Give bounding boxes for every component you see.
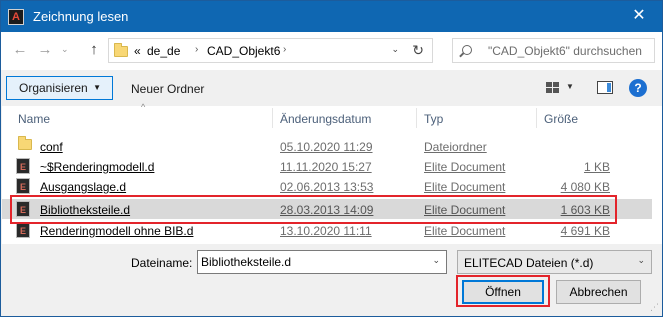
- app-icon: A: [8, 9, 24, 25]
- organize-button[interactable]: Organisieren ▼: [6, 76, 113, 100]
- search-input[interactable]: "CAD_Objekt6" durchsuchen: [488, 44, 642, 58]
- file-date: 11.11.2020 15:27: [280, 160, 372, 174]
- file-type: Elite Document: [424, 224, 506, 238]
- folder-icon: [18, 136, 32, 150]
- column-header-size[interactable]: Größe: [544, 112, 578, 126]
- column-header-date[interactable]: Änderungsdatum: [280, 112, 371, 126]
- list-item[interactable]: E Ausgangslage.d 02.06.2013 13:53 Elite …: [2, 176, 652, 196]
- refresh-icon[interactable]: ↻: [412, 42, 424, 59]
- help-icon[interactable]: ?: [629, 79, 647, 97]
- file-size: 4 691 KB: [560, 224, 610, 238]
- filename-dropdown-icon[interactable]: ⌄: [432, 255, 440, 266]
- sort-indicator-icon: ^: [141, 102, 146, 112]
- vertical-scrollbar[interactable]: [652, 106, 662, 244]
- file-name: Bibliotheksteile.d: [40, 203, 131, 217]
- search-box[interactable]: "CAD_Objekt6" durchsuchen: [452, 38, 655, 63]
- file-type: Dateiordner: [424, 140, 487, 154]
- elite-document-icon: E: [16, 222, 30, 238]
- column-divider[interactable]: [272, 108, 273, 128]
- breadcrumb-de-de[interactable]: de_de: [147, 44, 180, 58]
- cancel-button[interactable]: Abbrechen: [556, 280, 641, 304]
- search-icon: [462, 45, 472, 55]
- title-bar: A Zeichnung lesen ✕: [1, 1, 662, 32]
- file-date: 02.06.2013 13:53: [280, 180, 374, 194]
- file-name: conf: [40, 140, 63, 154]
- filename-input[interactable]: [201, 254, 421, 270]
- column-header-row: ^ Name Änderungsdatum Typ Größe: [2, 102, 652, 130]
- file-type-filter-value: ELITECAD Dateien (*.d): [464, 256, 594, 270]
- column-divider[interactable]: [416, 108, 417, 128]
- elite-document-icon: E: [16, 178, 30, 194]
- chevron-down-icon: ▼: [93, 83, 101, 92]
- file-name: ~$Renderingmodell.d: [40, 160, 155, 174]
- view-options-chevron-icon[interactable]: ▼: [566, 82, 574, 91]
- file-date: 05.10.2020 11:29: [280, 140, 373, 154]
- recent-locations-chevron-icon[interactable]: ⌄: [61, 44, 69, 55]
- address-dropdown-icon[interactable]: ⌄: [391, 44, 399, 55]
- command-toolbar: Organisieren ▼ Neuer Ordner ▼ ?: [1, 70, 662, 106]
- elite-document-icon: E: [16, 158, 30, 174]
- chevron-down-icon[interactable]: ⌄: [637, 255, 645, 266]
- list-item[interactable]: E Renderingmodell ohne BIB.d 13.10.2020 …: [2, 220, 652, 240]
- breadcrumb-cad-objekt6[interactable]: CAD_Objekt6: [207, 44, 280, 58]
- list-item[interactable]: E ~$Renderingmodell.d 11.11.2020 15:27 E…: [2, 156, 652, 176]
- close-button[interactable]: ✕: [616, 1, 662, 32]
- resize-grip-icon[interactable]: ⋰: [650, 302, 659, 313]
- file-type: Elite Document: [424, 180, 506, 194]
- file-type: Elite Document: [424, 203, 506, 217]
- window-title: Zeichnung lesen: [33, 9, 129, 24]
- list-item-selected[interactable]: E Bibliotheksteile.d 28.03.2013 14:09 El…: [2, 199, 652, 219]
- column-header-name[interactable]: Name: [18, 112, 50, 126]
- file-open-dialog: A Zeichnung lesen ✕ ← → ⌄ ↑ « de_de › CA…: [0, 0, 663, 317]
- file-name: Ausgangslage.d: [40, 180, 127, 194]
- file-date: 13.10.2020 11:11: [280, 224, 372, 238]
- breadcrumb-separator-icon[interactable]: ›: [283, 44, 286, 55]
- list-item[interactable]: conf 05.10.2020 11:29 Dateiordner: [2, 136, 652, 156]
- navigation-bar: ← → ⌄ ↑ « de_de › CAD_Objekt6 › ⌄ ↻ "CAD…: [1, 32, 662, 70]
- open-button[interactable]: Öffnen: [462, 280, 544, 304]
- filename-field[interactable]: ⌄: [197, 250, 447, 274]
- file-size: 1 KB: [583, 160, 610, 174]
- preview-pane-icon[interactable]: [597, 81, 613, 94]
- column-divider[interactable]: [536, 108, 537, 128]
- path-overflow[interactable]: «: [134, 44, 141, 58]
- file-type: Elite Document: [424, 160, 506, 174]
- change-view-icon[interactable]: [546, 82, 560, 94]
- file-list: ^ Name Änderungsdatum Typ Größe conf 05.…: [2, 102, 652, 244]
- filename-label: Dateiname:: [131, 256, 193, 270]
- file-date: 28.03.2013 14:09: [280, 203, 374, 217]
- column-header-type[interactable]: Typ: [424, 112, 443, 126]
- breadcrumb-separator-icon[interactable]: ›: [195, 44, 198, 55]
- file-name: Renderingmodell ohne BIB.d: [40, 224, 194, 238]
- up-arrow-icon[interactable]: ↑: [86, 42, 102, 58]
- address-bar[interactable]: « de_de › CAD_Objekt6 › ⌄ ↻: [108, 38, 433, 63]
- file-type-filter[interactable]: ELITECAD Dateien (*.d) ⌄: [457, 250, 652, 274]
- back-arrow-icon[interactable]: ←: [12, 42, 28, 58]
- file-size: 4 080 KB: [560, 180, 610, 194]
- new-folder-button[interactable]: Neuer Ordner: [131, 82, 204, 96]
- folder-icon: [114, 43, 128, 57]
- organize-label: Organisieren: [19, 81, 88, 95]
- file-size: 1 603 KB: [560, 203, 610, 217]
- forward-arrow-icon[interactable]: →: [37, 42, 53, 58]
- elite-document-icon: E: [16, 201, 30, 217]
